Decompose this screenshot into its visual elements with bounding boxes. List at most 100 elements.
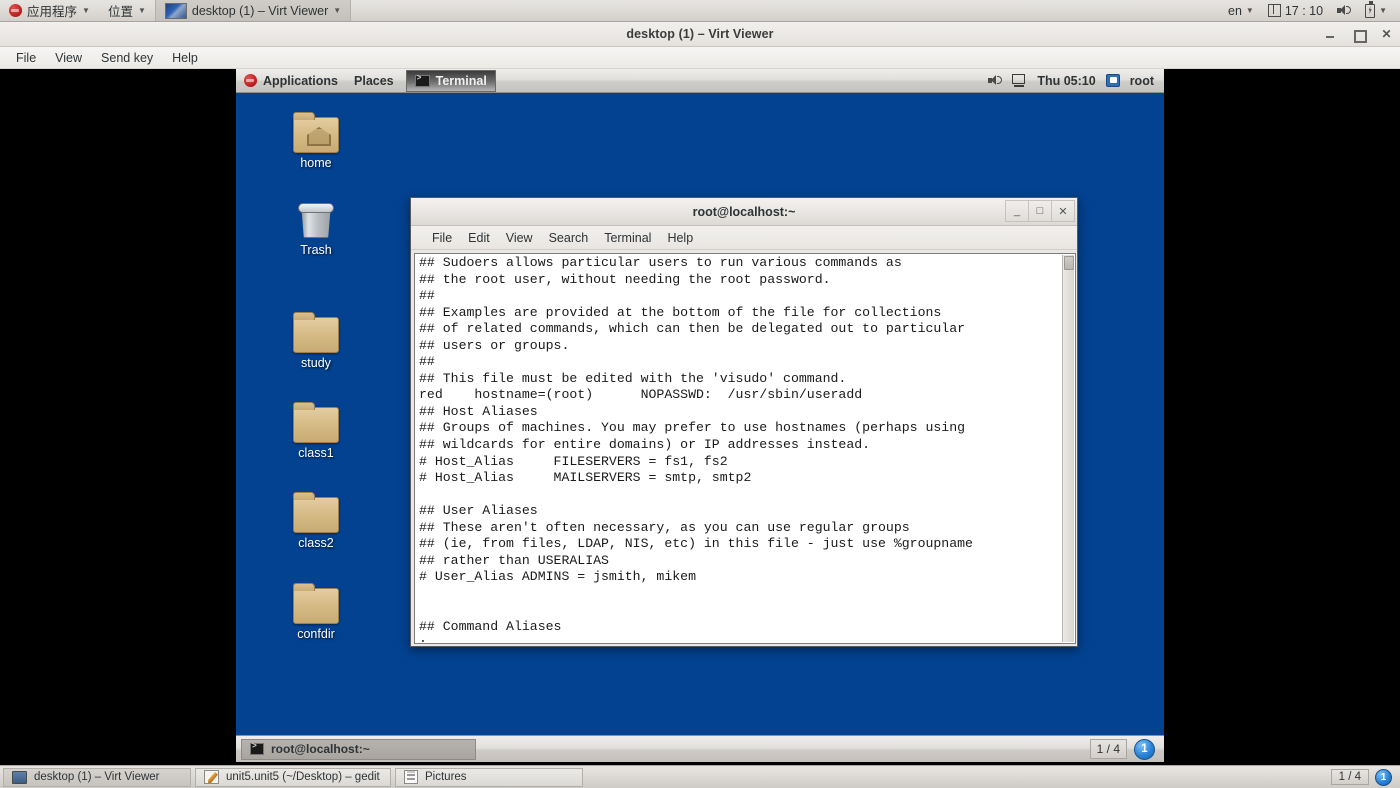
trash-icon xyxy=(296,200,336,240)
terminal-screen[interactable]: ## Sudoers allows particular users to ru… xyxy=(414,253,1076,644)
desktop-icon-label: Trash xyxy=(300,243,332,257)
desktop-icon-label: study xyxy=(301,356,331,370)
terminal-menu-help[interactable]: Help xyxy=(660,229,700,247)
desktop-icon-study[interactable]: study xyxy=(272,312,360,370)
folder-icon xyxy=(293,402,339,443)
window-thumbnail-icon xyxy=(164,2,187,19)
chevron-down-icon: ▼ xyxy=(1245,5,1254,15)
vm-workspace-switcher[interactable]: 1 / 4 xyxy=(1089,739,1127,759)
vm-panel-window-label: Terminal xyxy=(435,73,487,88)
maximize-button[interactable] xyxy=(1353,29,1367,43)
desktop-icon-label: class2 xyxy=(298,536,334,550)
keyboard-layout-label: en xyxy=(1228,3,1242,18)
terminal-title: root@localhost:~ xyxy=(692,204,796,219)
vm-places-label: Places xyxy=(354,73,394,88)
host-taskbar-item-label: unit5.unit5 (~/Desktop) – gedit xyxy=(226,771,380,783)
virt-viewer-window-controls: ✕ xyxy=(1325,22,1392,47)
vm-taskbar-item-label: root@localhost:~ xyxy=(271,742,370,756)
vm-places-menu[interactable]: Places xyxy=(346,69,402,92)
vm-taskbar: root@localhost:~ 1 / 4 1 xyxy=(236,735,1164,762)
battery-icon xyxy=(1365,1,1376,18)
host-applications-label: 应用程序 xyxy=(27,5,78,19)
vm-taskbar-item-terminal[interactable]: root@localhost:~ xyxy=(241,738,476,760)
vm-volume-icon[interactable] xyxy=(988,74,1003,87)
folder-icon xyxy=(293,583,339,624)
vm-workspace-badge[interactable]: 1 xyxy=(1134,738,1155,760)
screen-root: 应用程序 ▼ 位置 ▼ desktop (1) – Virt Viewer ▼ … xyxy=(0,0,1400,788)
volume-icon xyxy=(1337,4,1352,17)
vm-user-label[interactable]: root xyxy=(1130,74,1154,88)
host-places-menu[interactable]: 位置 ▼ xyxy=(99,0,155,21)
host-places-label: 位置 xyxy=(107,5,133,19)
minimize-button[interactable] xyxy=(1325,29,1336,40)
terminal-window[interactable]: root@localhost:~ _ □ ✕ File Edit View Se… xyxy=(410,197,1078,647)
host-taskbar-item-gedit[interactable]: unit5.unit5 (~/Desktop) – gedit xyxy=(195,767,391,787)
desktop-icon-label: class1 xyxy=(298,446,334,460)
host-panel-window-title: desktop (1) – Virt Viewer xyxy=(191,3,329,18)
vm-clock-label[interactable]: Thu 05:10 xyxy=(1037,74,1095,88)
monitor-icon xyxy=(12,770,27,784)
chevron-down-icon: ▼ xyxy=(333,5,342,15)
network-icon[interactable] xyxy=(1012,74,1027,87)
terminal-menubar: File Edit View Search Terminal Help xyxy=(411,226,1077,250)
terminal-scrollbar-thumb[interactable] xyxy=(1064,256,1074,270)
host-applications-menu[interactable]: 应用程序 ▼ xyxy=(0,0,99,21)
folder-icon xyxy=(293,312,339,353)
terminal-menu-file[interactable]: File xyxy=(425,229,459,247)
host-clock[interactable]: 17 : 10 xyxy=(1262,0,1329,22)
terminal-menu-search[interactable]: Search xyxy=(542,229,596,247)
terminal-minimize-button[interactable]: _ xyxy=(1005,200,1029,222)
desktop-icon-confdir[interactable]: confdir xyxy=(272,583,360,641)
chevron-down-icon: ▼ xyxy=(82,5,90,15)
terminal-window-controls: _ □ ✕ xyxy=(1005,200,1075,222)
keyboard-layout-indicator[interactable]: en ▼ xyxy=(1222,0,1260,22)
host-taskbar-item-pictures[interactable]: Pictures xyxy=(395,767,583,787)
host-workspace-switcher[interactable]: 1 / 4 xyxy=(1330,769,1369,785)
menu-file[interactable]: File xyxy=(8,49,44,67)
desktop-icon-class1[interactable]: class1 xyxy=(272,402,360,460)
host-workspace-badge[interactable]: 1 xyxy=(1375,768,1392,786)
terminal-menu-terminal[interactable]: Terminal xyxy=(597,229,658,247)
desktop-icon-home[interactable]: home xyxy=(272,112,360,170)
vm-panel-window-button[interactable]: Terminal xyxy=(405,69,496,92)
fedora-logo-icon xyxy=(244,74,257,87)
host-taskbar-item-label: desktop (1) – Virt Viewer xyxy=(34,771,160,783)
menu-send-key[interactable]: Send key xyxy=(93,49,161,67)
vm-applications-menu[interactable]: Applications xyxy=(236,69,346,92)
host-taskbar-item-label: Pictures xyxy=(425,771,467,783)
gedit-icon xyxy=(204,770,219,784)
host-taskbar: desktop (1) – Virt Viewer unit5.unit5 (~… xyxy=(0,765,1400,788)
virt-viewer-menubar: File View Send key Help xyxy=(0,47,1400,69)
terminal-close-button[interactable]: ✕ xyxy=(1051,200,1075,222)
menu-view[interactable]: View xyxy=(47,49,90,67)
terminal-titlebar: root@localhost:~ _ □ ✕ xyxy=(411,198,1077,226)
volume-button[interactable] xyxy=(1331,0,1357,22)
virt-viewer-title: desktop (1) – Virt Viewer xyxy=(626,27,774,41)
desktop-icon-trash[interactable]: Trash xyxy=(272,200,360,257)
terminal-scrollbar[interactable] xyxy=(1062,255,1074,642)
battery-button[interactable]: ▼ xyxy=(1359,0,1393,22)
chevron-down-icon: ▼ xyxy=(1379,5,1387,15)
host-taskbar-item-virt-viewer[interactable]: desktop (1) – Virt Viewer xyxy=(3,767,191,787)
vm-gnome-panel: Applications Places Terminal Thu 05:10 r… xyxy=(236,69,1164,93)
close-button[interactable]: ✕ xyxy=(1381,28,1392,40)
home-folder-icon xyxy=(293,112,339,153)
terminal-icon xyxy=(414,74,430,87)
host-top-panel: 应用程序 ▼ 位置 ▼ desktop (1) – Virt Viewer ▼ … xyxy=(0,0,1400,22)
desktop-icon-label: home xyxy=(300,156,332,170)
terminal-menu-edit[interactable]: Edit xyxy=(461,229,497,247)
user-account-icon xyxy=(1105,74,1120,87)
pictures-icon xyxy=(404,770,418,784)
vm-display[interactable]: Applications Places Terminal Thu 05:10 r… xyxy=(236,69,1164,762)
calendar-icon xyxy=(1267,4,1281,17)
desktop-icon-class2[interactable]: class2 xyxy=(272,492,360,550)
chevron-down-icon: ▼ xyxy=(137,5,146,15)
terminal-menu-view[interactable]: View xyxy=(499,229,540,247)
host-panel-window-menu[interactable]: desktop (1) – Virt Viewer ▼ xyxy=(154,0,352,21)
fedora-logo-icon xyxy=(9,4,22,17)
terminal-icon xyxy=(250,742,264,755)
host-clock-label: 17 : 10 xyxy=(1284,3,1324,18)
virt-viewer-titlebar: desktop (1) – Virt Viewer ✕ xyxy=(0,22,1400,47)
menu-help[interactable]: Help xyxy=(164,49,206,67)
terminal-maximize-button[interactable]: □ xyxy=(1028,200,1052,222)
